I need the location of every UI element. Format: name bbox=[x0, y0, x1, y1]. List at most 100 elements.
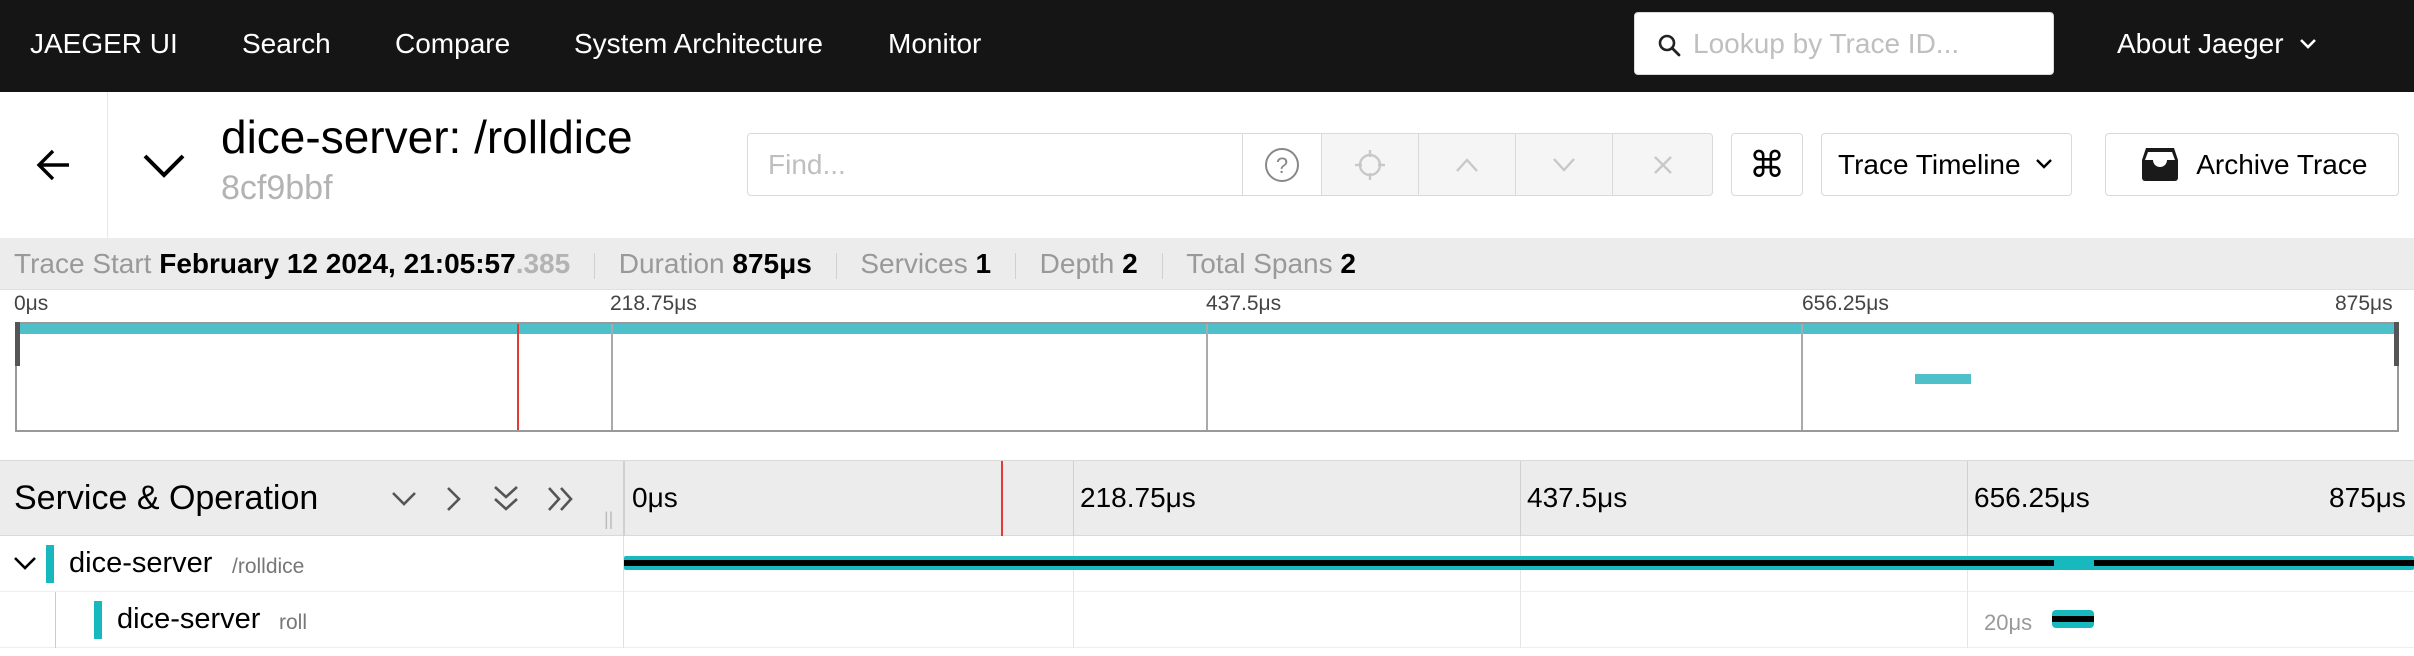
span-row[interactable]: dice-server roll 20μs bbox=[0, 592, 2414, 648]
view-mode-select[interactable]: Trace Timeline bbox=[1821, 133, 2072, 196]
trace-minimap[interactable]: 0μs 218.75μs 437.5μs 656.25μs 875μs bbox=[0, 290, 2414, 460]
find-input[interactable] bbox=[768, 142, 1228, 188]
trace-id-input[interactable] bbox=[1693, 21, 2033, 67]
minimap-tick: 656.25μs bbox=[1802, 292, 1889, 315]
column-resize-handle[interactable]: || bbox=[604, 509, 613, 530]
chevron-down-icon bbox=[143, 154, 185, 178]
question-circle-icon: ? bbox=[1265, 147, 1299, 182]
target-icon bbox=[1355, 149, 1385, 180]
brand-link[interactable]: JAEGER UI bbox=[30, 0, 178, 92]
span-self-time-line bbox=[2052, 616, 2094, 622]
command-icon: ⌘ bbox=[1749, 143, 1785, 185]
trace-start-stat: Trace Start February 12 2024, 21:05:57.3… bbox=[14, 238, 570, 290]
child-span-marker bbox=[2054, 556, 2094, 570]
operation-name: roll bbox=[279, 611, 308, 634]
span-bar-cell[interactable] bbox=[624, 536, 2414, 592]
minimap-right-handle[interactable] bbox=[2394, 322, 2399, 366]
divider bbox=[1161, 252, 1163, 279]
trace-title: dice-server: /rolldice bbox=[221, 111, 633, 163]
collapse-one-button[interactable] bbox=[386, 481, 422, 517]
next-match-button[interactable] bbox=[1515, 133, 1613, 196]
chevron-up-icon bbox=[1456, 157, 1478, 172]
tree-indent-guide bbox=[55, 592, 56, 648]
svg-text:?: ? bbox=[1276, 153, 1288, 178]
service-color-swatch bbox=[94, 601, 102, 639]
timeline-tick: 656.25μs bbox=[1974, 482, 2090, 513]
timeline-gridline bbox=[1967, 461, 1968, 537]
span-bar-cell[interactable]: 20μs bbox=[624, 592, 2414, 648]
timeline-tick: 437.5μs bbox=[1527, 482, 1628, 513]
divider bbox=[593, 252, 595, 279]
find-help-button[interactable]: ? bbox=[1242, 133, 1322, 196]
trace-stats-bar: Trace Start February 12 2024, 21:05:57.3… bbox=[0, 238, 2414, 290]
span-row[interactable]: dice-server /rolldice bbox=[0, 536, 2414, 592]
inbox-icon bbox=[2142, 147, 2178, 181]
top-nav: JAEGER UI Search Compare System Architec… bbox=[0, 0, 2414, 92]
depth-value: 2 bbox=[1122, 248, 1138, 279]
collapse-header-button[interactable] bbox=[136, 138, 192, 194]
locate-button[interactable] bbox=[1321, 133, 1419, 196]
duration-stat: Duration 875μs bbox=[619, 238, 812, 290]
timeline-tick: 875μs bbox=[2329, 482, 2406, 513]
nav-search[interactable]: Search bbox=[242, 0, 331, 92]
service-color-swatch bbox=[46, 545, 54, 583]
trace-id: 8cf9bbf bbox=[221, 169, 333, 207]
expand-all-button[interactable] bbox=[543, 481, 579, 517]
about-jaeger-menu[interactable]: About Jaeger bbox=[2117, 0, 2317, 92]
search-icon bbox=[1658, 34, 1681, 57]
service-operation-heading: Service & Operation bbox=[14, 479, 319, 517]
minimap-canvas[interactable] bbox=[15, 322, 2399, 432]
about-jaeger-label: About Jaeger bbox=[2117, 28, 2284, 59]
trace-start-label: Trace Start bbox=[14, 248, 152, 279]
keyboard-shortcuts-button[interactable]: ⌘ bbox=[1731, 133, 1803, 196]
span-name-cell[interactable]: dice-server roll bbox=[0, 592, 624, 648]
total-spans-value: 2 bbox=[1340, 248, 1356, 279]
prev-match-button[interactable] bbox=[1418, 133, 1516, 196]
timeline-header: Service & Operation || 0μs 218.75μs 437.… bbox=[0, 460, 2414, 537]
timeline-tick: 218.75μs bbox=[1080, 482, 1196, 513]
timeline-gridline bbox=[1520, 592, 1521, 648]
minimap-gridline bbox=[1206, 324, 1208, 430]
chevron-right-icon bbox=[447, 487, 461, 511]
collapse-all-button[interactable] bbox=[488, 481, 524, 517]
chevron-down-icon[interactable] bbox=[12, 550, 38, 576]
find-field bbox=[747, 133, 1243, 196]
clear-search-button[interactable] bbox=[1612, 133, 1713, 196]
total-spans-label: Total Spans bbox=[1186, 248, 1333, 279]
nav-system-architecture[interactable]: System Architecture bbox=[574, 0, 823, 92]
nav-compare[interactable]: Compare bbox=[395, 0, 510, 92]
trace-start-value: February 12 2024, 21:05:57 bbox=[159, 248, 516, 279]
span-name-cell[interactable]: dice-server /rolldice bbox=[0, 536, 624, 592]
depth-stat: Depth 2 bbox=[1040, 238, 1138, 290]
depth-label: Depth bbox=[1039, 248, 1115, 279]
divider bbox=[1014, 252, 1016, 279]
service-name: dice-server bbox=[117, 603, 261, 635]
timeline-tick: 0μs bbox=[632, 482, 678, 513]
span-duration-label: 20μs bbox=[1984, 610, 2033, 635]
arrow-left-icon bbox=[36, 149, 69, 181]
minimap-left-handle[interactable] bbox=[15, 322, 20, 366]
minimap-tick: 0μs bbox=[14, 292, 49, 315]
timeline-gridline bbox=[1520, 461, 1521, 537]
minimap-gridline bbox=[1801, 324, 1803, 430]
column-divider[interactable] bbox=[623, 461, 625, 537]
minimap-tick: 437.5μs bbox=[1206, 292, 1282, 315]
timeline-gridline bbox=[1073, 461, 1074, 537]
minimap-span-bar bbox=[1915, 374, 1971, 384]
chevron-down-icon bbox=[2300, 38, 2317, 49]
services-stat: Services 1 bbox=[860, 238, 991, 290]
total-spans-stat: Total Spans 2 bbox=[1186, 238, 1356, 290]
archive-trace-label: Archive Trace bbox=[2196, 149, 2368, 180]
nav-monitor[interactable]: Monitor bbox=[888, 0, 981, 92]
minimap-cursor-line bbox=[517, 324, 519, 430]
archive-trace-button[interactable]: Archive Trace bbox=[2105, 133, 2399, 196]
double-chevron-right-icon bbox=[548, 487, 573, 511]
service-name: dice-server bbox=[69, 547, 213, 579]
chevron-down-icon bbox=[392, 492, 416, 506]
back-button[interactable] bbox=[0, 92, 108, 238]
timeline-gridline bbox=[1073, 592, 1074, 648]
expand-one-button[interactable] bbox=[436, 481, 472, 517]
timeline-gridline bbox=[1967, 592, 1968, 648]
view-mode-label: Trace Timeline bbox=[1838, 149, 2021, 180]
minimap-gridline bbox=[611, 324, 613, 430]
